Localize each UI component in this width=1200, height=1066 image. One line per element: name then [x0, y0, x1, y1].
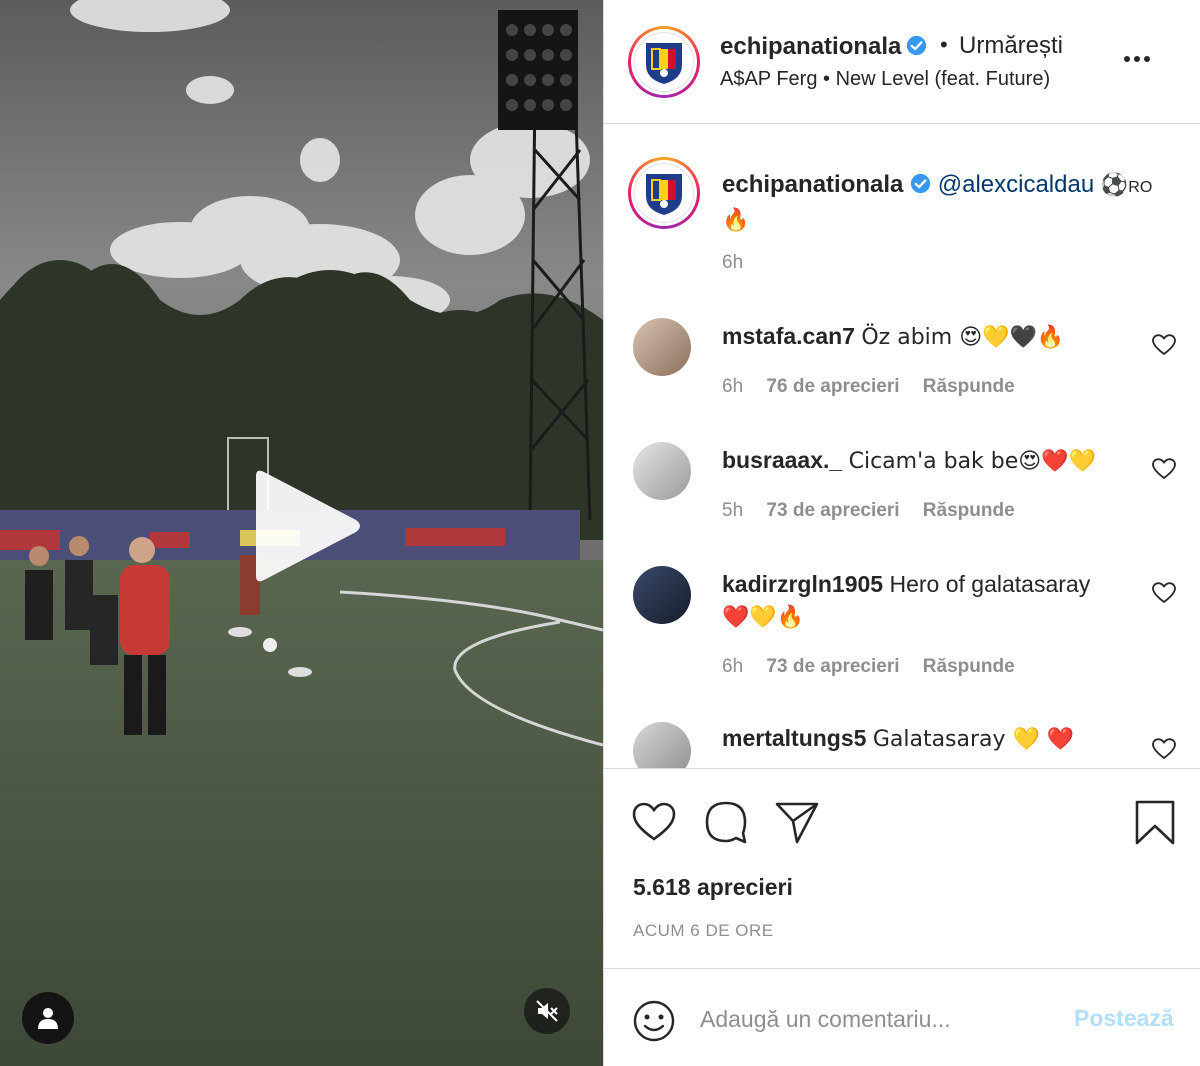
comment-body: Galatasaray 💛 ❤️: [872, 727, 1075, 752]
heart-icon[interactable]: [1152, 738, 1176, 760]
author-username[interactable]: echipanationala: [720, 33, 901, 61]
comment-body: Hero of galatasaray: [889, 571, 1091, 597]
comment-composer: Postează: [604, 968, 1200, 1066]
caption-emoji: ⚽: [1100, 173, 1129, 198]
comment-item: busraaax._ Cicam'a bak be😍❤️💛 5h 73 de a…: [604, 438, 1200, 558]
reply-button[interactable]: Răspunde: [923, 656, 1015, 677]
caption-mention[interactable]: @alexcicaldau: [938, 171, 1094, 198]
commenter-username[interactable]: busraaax._: [722, 447, 842, 473]
comment-item: kadirzrgln1905 Hero of galatasaray ❤️💛🔥 …: [604, 562, 1200, 712]
comment-likes[interactable]: 73 de aprecieri: [766, 500, 899, 521]
author-avatar[interactable]: [628, 26, 700, 98]
post-comment-button[interactable]: Postează: [1074, 1005, 1174, 1032]
comment-meta: 5h 73 de aprecieri Răspunde: [722, 500, 1033, 522]
comment-body: Öz abim 😍💛🖤🔥: [861, 325, 1065, 350]
reply-button[interactable]: Răspunde: [923, 376, 1015, 397]
following-button[interactable]: Urmărești: [959, 32, 1063, 60]
verified-badge-icon: [910, 173, 931, 194]
comment-time[interactable]: 6h: [722, 656, 743, 677]
mute-toggle-button[interactable]: [524, 988, 570, 1034]
frf-logo-icon: [646, 174, 682, 215]
caption-author-avatar[interactable]: [628, 157, 700, 229]
comment-text-line: busraaax._ Cicam'a bak be😍❤️💛: [722, 444, 1142, 478]
commenter-username[interactable]: mertaltungs5: [722, 725, 866, 751]
post-actions: 5.618 aprecieri ACUM 6 DE ORE: [604, 768, 1200, 968]
comment-text-line: mstafa.can7 Öz abim 😍💛🖤🔥: [722, 320, 1142, 354]
likes-count[interactable]: 5.618 aprecieri: [633, 874, 793, 901]
comment-likes[interactable]: 73 de aprecieri: [766, 656, 899, 677]
commenter-username[interactable]: mstafa.can7: [722, 323, 855, 349]
post-timestamp[interactable]: ACUM 6 DE ORE: [633, 921, 774, 941]
commenter-avatar[interactable]: [633, 722, 691, 768]
comment-item: mstafa.can7 Öz abim 😍💛🖤🔥 6h 76 de apreci…: [604, 314, 1200, 434]
commenter-username[interactable]: kadirzrgln1905: [722, 571, 883, 597]
comment-text-line: mertaltungs5 Galatasaray 💛 ❤️: [722, 722, 1142, 756]
comment-bubble-icon[interactable]: [703, 799, 749, 845]
frf-logo-icon: [646, 43, 682, 84]
play-icon[interactable]: [248, 468, 364, 584]
heart-icon[interactable]: [1152, 458, 1176, 480]
bookmark-icon[interactable]: [1132, 799, 1178, 845]
reply-button[interactable]: Răspunde: [923, 500, 1015, 521]
verified-badge-icon: [906, 35, 927, 56]
comment-body-line2: ❤️💛🔥: [722, 605, 805, 630]
post-header: echipanationala • Urmărești A$AP Ferg • …: [604, 0, 1200, 124]
comment-input[interactable]: [700, 997, 1060, 1041]
paper-plane-icon[interactable]: [774, 799, 820, 845]
comment-body: Cicam'a bak be😍❤️💛: [848, 449, 1096, 474]
commenter-avatar[interactable]: [633, 442, 691, 500]
heart-icon[interactable]: [1152, 582, 1176, 604]
comment-time[interactable]: 6h: [722, 376, 743, 397]
heart-icon[interactable]: [631, 799, 677, 845]
commenter-avatar[interactable]: [633, 318, 691, 376]
heart-icon[interactable]: [1152, 334, 1176, 356]
person-icon: [38, 1008, 58, 1029]
comment-text-line: kadirzrgln1905 Hero of galatasaray ❤️💛🔥: [722, 568, 1142, 634]
smiley-icon[interactable]: [632, 999, 676, 1043]
separator-dot: •: [940, 32, 948, 57]
commenter-avatar[interactable]: [633, 566, 691, 624]
comment-time[interactable]: 5h: [722, 500, 743, 521]
tagged-users-button[interactable]: [22, 992, 74, 1044]
caption-emoji-line2: 🔥: [722, 208, 750, 233]
post-caption: echipanationala @alexcicaldau ⚽RO 🔥: [722, 169, 1172, 237]
audio-track-link[interactable]: A$AP Ferg • New Level (feat. Future): [720, 68, 1050, 91]
comment-likes[interactable]: 76 de aprecieri: [766, 376, 899, 397]
post-video[interactable]: [0, 0, 603, 1066]
caption-time[interactable]: 6h: [722, 252, 743, 274]
comment-meta: 6h 73 de aprecieri Răspunde: [722, 656, 1033, 678]
caption-tag: RO: [1128, 179, 1153, 196]
more-dots-icon[interactable]: [1120, 44, 1154, 74]
post-details-panel: echipanationala • Urmărești A$AP Ferg • …: [603, 0, 1200, 1066]
comments-list[interactable]: echipanationala @alexcicaldau ⚽RO 🔥 6h m…: [604, 124, 1200, 768]
comment-item: mertaltungs5 Galatasaray 💛 ❤️: [604, 718, 1200, 768]
speaker-muted-icon: [536, 1000, 558, 1022]
comment-meta: 6h 76 de aprecieri Răspunde: [722, 376, 1033, 398]
caption-author[interactable]: echipanationala: [722, 171, 903, 198]
